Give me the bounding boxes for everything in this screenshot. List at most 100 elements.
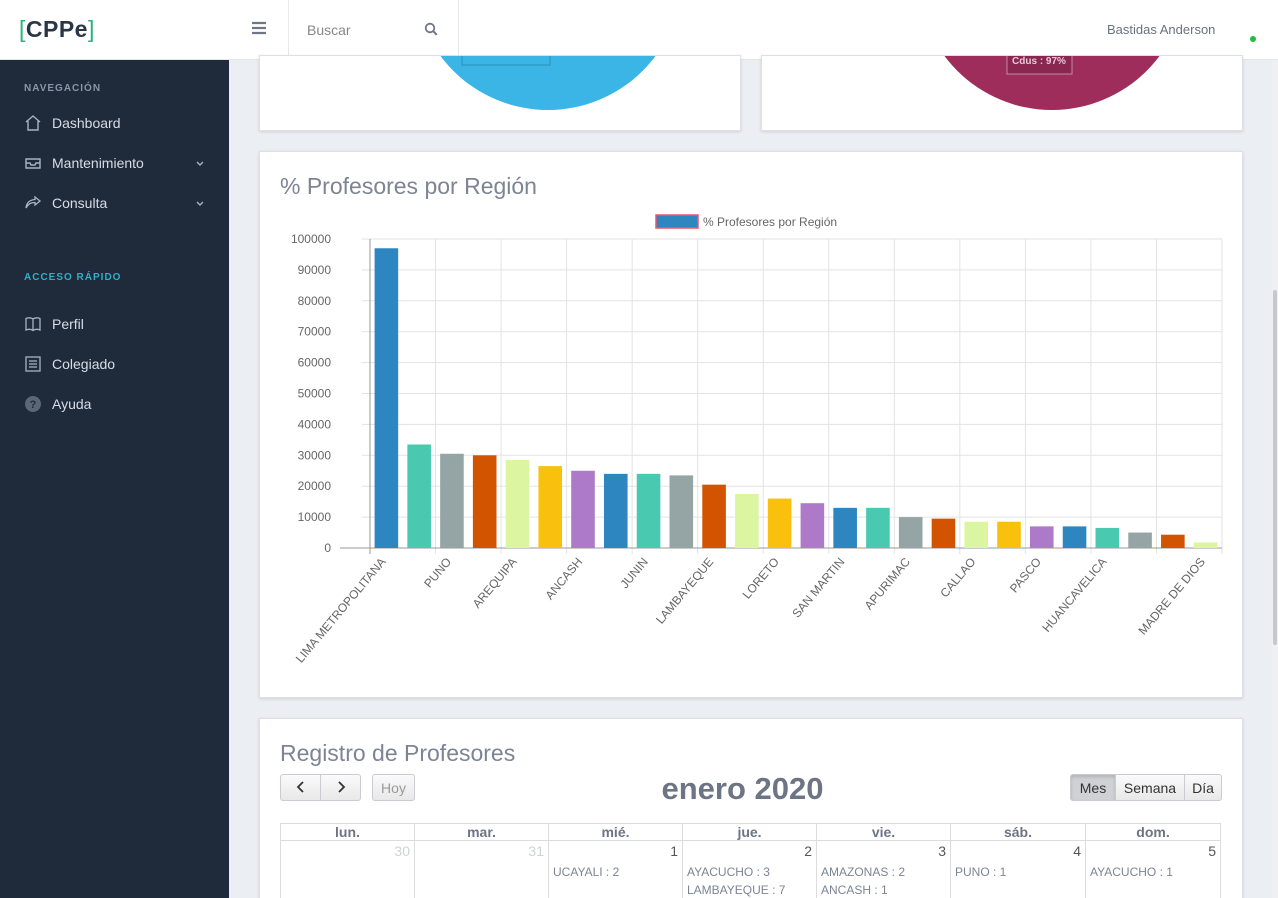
- inbox-icon: [24, 154, 42, 172]
- sidebar-item-ayuda[interactable]: ? Ayuda: [24, 389, 209, 419]
- x-tick-label: CALLAO: [937, 555, 978, 600]
- calendar-day-cell[interactable]: 3 AMAZONAS : 2 ANCASH : 1: [817, 841, 951, 898]
- sidebar-item-mantenimiento[interactable]: Mantenimiento: [24, 148, 209, 178]
- pie-panel-right: Cdus : 97%: [761, 55, 1243, 131]
- chart-bar: [472, 455, 497, 548]
- sidebar: NAVEGACIÓN Dashboard Mantenimiento Consu…: [0, 0, 229, 898]
- calendar-weekday-header: vie.: [817, 823, 951, 841]
- page-scrollbar[interactable]: [1272, 60, 1278, 898]
- calendar-title: Registro de Profesores: [280, 740, 516, 766]
- chart-bar: [833, 507, 857, 548]
- sidebar-item-colegiado[interactable]: Colegiado: [24, 349, 209, 379]
- chart-bar: [767, 498, 792, 548]
- app-logo: [CPPe]: [19, 16, 95, 42]
- pie-chart-left: [440, 56, 656, 110]
- book-icon: [24, 315, 42, 333]
- search-icon[interactable]: [424, 22, 438, 41]
- chart-bar: [636, 473, 661, 548]
- legend-label: % Profesores por Región: [703, 215, 837, 229]
- calendar-weekday-header: sáb.: [951, 823, 1086, 841]
- calendar-event[interactable]: AYACUCHO : 1: [1090, 865, 1173, 879]
- chart-bar: [505, 459, 530, 548]
- calendar-month-label: enero 2020: [661, 771, 824, 806]
- x-tick-label: PUNO: [421, 555, 454, 591]
- calendar-panel: Registro de Profesores Hoy enero 2020 Me…: [259, 718, 1243, 898]
- chart-bar: [603, 473, 628, 548]
- chart-bar: [669, 475, 694, 548]
- sidebar-item-perfil[interactable]: Perfil: [24, 309, 209, 339]
- y-tick-label: 80000: [298, 294, 332, 308]
- scrollbar-thumb[interactable]: [1273, 290, 1277, 645]
- chevron-down-icon: [195, 156, 205, 172]
- sidebar-item-label: Perfil: [52, 316, 84, 332]
- calendar-event[interactable]: LAMBAYEQUE : 7: [687, 883, 785, 897]
- chart-bar: [931, 518, 956, 548]
- pie-chart-right: Cdus : 97%: [944, 56, 1160, 110]
- logo-area[interactable]: [CPPe]: [0, 0, 229, 60]
- chart-bar: [1161, 534, 1185, 548]
- sidebar-item-label: Mantenimiento: [52, 155, 144, 171]
- bar-chart: % Profesores por Región 0 10000 20000 30000 4…: [291, 214, 1223, 665]
- calendar-day-number: 30: [394, 843, 410, 859]
- y-tick-label: 60000: [298, 356, 332, 370]
- nav-section-label: NAVEGACIÓN: [24, 83, 102, 94]
- chart-bar: [374, 248, 399, 548]
- calendar-event[interactable]: AMAZONAS : 2: [821, 865, 905, 879]
- chevron-right-icon: [336, 780, 346, 796]
- calendar-day-cell[interactable]: 31: [415, 841, 549, 898]
- calendar-event[interactable]: UCAYALI : 2: [553, 865, 619, 879]
- x-tick-label: APURIMAC: [862, 555, 914, 613]
- y-tick-label: 90000: [298, 263, 332, 277]
- chart-bar: [440, 453, 464, 548]
- quick-access-section-label: ACCESO RÁPIDO: [24, 272, 122, 283]
- y-tick-label: 0: [324, 541, 331, 555]
- calendar-day-number: 31: [528, 843, 544, 859]
- calendar-day-number: 4: [1073, 843, 1081, 859]
- calendar-day-cell[interactable]: 30: [280, 841, 415, 898]
- calendar-event[interactable]: ANCASH : 1: [821, 883, 888, 897]
- legend-swatch: [655, 214, 699, 229]
- svg-text:?: ?: [30, 399, 37, 411]
- x-tick-label: ANCASH: [542, 555, 585, 602]
- chevron-left-icon: [296, 780, 306, 796]
- calendar-next-button[interactable]: [320, 774, 361, 801]
- home-icon: [24, 114, 42, 132]
- calendar-day-cell[interactable]: 2 AYACUCHO : 3 LAMBAYEQUE : 7: [683, 841, 817, 898]
- chart-bar: [571, 470, 595, 548]
- calendar-today-button[interactable]: Hoy: [372, 774, 415, 801]
- chart-panel: % Profesores por Región % Profesores por…: [259, 151, 1243, 698]
- sidebar-item-dashboard[interactable]: Dashboard: [24, 108, 209, 138]
- y-tick-label: 30000: [298, 448, 332, 462]
- user-name[interactable]: Bastidas Anderson: [1107, 22, 1215, 37]
- calendar-day-cell[interactable]: 5 AYACUCHO : 1: [1086, 841, 1221, 898]
- y-tick-label: 50000: [298, 387, 332, 401]
- sidebar-item-label: Colegiado: [52, 356, 116, 372]
- x-tick-label: LIMA METROPOLITANA: [293, 555, 389, 665]
- chart-bar: [538, 466, 563, 548]
- calendar-view-month-button[interactable]: Mes: [1070, 774, 1116, 801]
- chart-bar: [702, 484, 726, 548]
- y-tick-label: 10000: [298, 510, 332, 524]
- pie-slice: [440, 56, 656, 110]
- menu-toggle-button[interactable]: [229, 0, 289, 60]
- x-tick-label: HUANCAVELICA: [1039, 555, 1109, 635]
- help-icon: ?: [24, 395, 42, 413]
- calendar-day-cell[interactable]: 4 PUNO : 1: [951, 841, 1086, 898]
- calendar-weekday-header: mar.: [415, 823, 549, 841]
- calendar-event[interactable]: PUNO : 1: [955, 865, 1006, 879]
- calendar-day-number: 3: [938, 843, 946, 859]
- pie-tooltip-text: Cdus : 97%: [1012, 56, 1066, 67]
- topbar: Bastidas Anderson: [229, 0, 1278, 60]
- sidebar-item-consulta[interactable]: Consulta: [24, 188, 209, 218]
- search-input[interactable]: [307, 19, 417, 41]
- chart-bar: [866, 507, 890, 548]
- calendar-prev-button[interactable]: [280, 774, 321, 801]
- list-icon: [24, 355, 42, 373]
- calendar-event[interactable]: AYACUCHO : 3: [687, 865, 770, 879]
- chart-bar: [407, 444, 431, 548]
- calendar-weekday-header: mié.: [549, 823, 683, 841]
- chart-bar: [1029, 526, 1054, 548]
- calendar-view-week-button[interactable]: Semana: [1115, 774, 1185, 801]
- calendar-day-cell[interactable]: 1 UCAYALI : 2: [549, 841, 683, 898]
- calendar-view-day-button[interactable]: Día: [1184, 774, 1222, 801]
